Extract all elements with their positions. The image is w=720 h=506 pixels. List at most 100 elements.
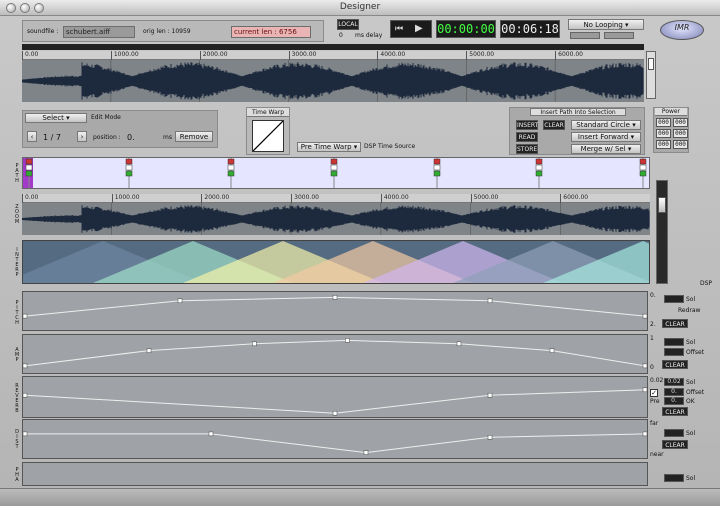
insert-direction-select[interactable]: Insert Forward ▾ xyxy=(571,132,641,142)
pha-envelope[interactable] xyxy=(22,462,648,486)
file-info-panel: soundfile : schubert.aiff orig len : 109… xyxy=(22,20,324,42)
dist-sol-field[interactable] xyxy=(664,429,684,437)
position-label: position : xyxy=(93,134,121,141)
loop-start-field[interactable] xyxy=(570,32,600,39)
reverb-sol-label: Sol xyxy=(686,379,696,386)
delay-value[interactable]: 0 xyxy=(339,32,343,39)
ruler-tick-label: 1000.00 xyxy=(111,194,140,203)
amp-sol-field[interactable] xyxy=(664,338,684,346)
designer-window: Designer soundfile : schubert.aiff orig … xyxy=(0,0,720,506)
soundfile-field[interactable]: schubert.aiff xyxy=(63,26,135,38)
power-value: 000 xyxy=(656,129,671,138)
reverb-ok-label[interactable]: OK xyxy=(686,398,695,405)
insert-button[interactable]: INSERT xyxy=(516,120,538,130)
ruler-tick-label: 2000.00 xyxy=(199,51,228,60)
insert-path-title: Insert Path Into Selection xyxy=(530,108,626,116)
path-track-label: PATH xyxy=(14,163,20,183)
dist-clear-button[interactable]: CLEAR xyxy=(662,440,688,449)
envelope-point xyxy=(252,341,257,347)
interp-crossfades xyxy=(23,241,649,283)
amp-controls: 1 Sol Offset 0 CLEAR xyxy=(648,334,708,374)
prev-point-button[interactable]: ‹ xyxy=(27,131,37,142)
loop-end-field[interactable] xyxy=(604,32,634,39)
rewind-icon[interactable]: ⏮ xyxy=(395,24,403,34)
amp-clear-button[interactable]: CLEAR xyxy=(662,360,688,369)
clear-path-button[interactable]: CLEAR xyxy=(543,120,565,130)
zoom-waveform[interactable] xyxy=(21,203,650,235)
chevron-left-icon: ‹ xyxy=(30,133,34,141)
pitch-redraw-label[interactable]: Redraw xyxy=(678,307,700,314)
path-marker-green xyxy=(330,170,338,177)
ruler-tick-label: 4000.00 xyxy=(380,194,409,203)
power-value: 000 xyxy=(673,118,688,127)
envelope-point xyxy=(487,435,493,440)
dsp-time-source-label: DSP Time Source xyxy=(364,143,416,150)
time-warp-curve xyxy=(252,120,284,152)
waveform-trace xyxy=(21,62,644,100)
merge-select[interactable]: Merge w/ Sel ▾ xyxy=(571,144,641,154)
amp-offset-label: Offset xyxy=(686,349,705,356)
path-marker-red xyxy=(535,158,543,165)
fader-thumb[interactable] xyxy=(658,197,666,213)
play-icon[interactable]: ▶ xyxy=(415,23,423,34)
reverb-envelope[interactable] xyxy=(22,376,648,418)
amp-sol-label: Sol xyxy=(686,339,696,346)
store-button[interactable]: STORE xyxy=(516,144,538,154)
remove-button[interactable]: Remove xyxy=(175,131,213,142)
reverb-checkbox[interactable]: ✓ xyxy=(650,389,658,397)
pitch-envelope[interactable] xyxy=(22,291,648,331)
dist-controls: far Sol CLEAR near xyxy=(648,419,708,459)
envelope-point xyxy=(642,313,648,319)
path-track[interactable] xyxy=(22,157,650,189)
envelope-point xyxy=(146,348,152,353)
pha-sol-label: Sol xyxy=(686,475,696,482)
interp-track[interactable] xyxy=(22,240,650,284)
amp-envelope[interactable] xyxy=(22,334,648,374)
pha-track-label: PHA xyxy=(14,466,20,482)
pitch-sol-field[interactable] xyxy=(664,295,684,303)
amp-max: 1 xyxy=(650,335,654,342)
reverb-offset-field[interactable]: 0. xyxy=(664,388,684,396)
position-value[interactable]: 0. xyxy=(127,133,135,142)
local-button[interactable]: LOCAL xyxy=(337,19,359,30)
overview-waveform[interactable] xyxy=(21,60,644,102)
master-fader[interactable] xyxy=(656,180,668,284)
chevron-right-icon: › xyxy=(80,133,84,141)
transport-time-display: 00:00:00 xyxy=(436,20,496,38)
reverb-pre-field[interactable]: 0. xyxy=(664,397,684,405)
reverb-track-label: REVERB xyxy=(14,383,20,413)
reverb-clear-button[interactable]: CLEAR xyxy=(662,407,688,416)
read-button[interactable]: READ xyxy=(516,132,538,142)
path-marker-green xyxy=(535,170,543,177)
chevron-down-icon: ▾ xyxy=(625,145,632,153)
path-marker-green xyxy=(227,170,235,177)
ruler-tick-label: 5000.00 xyxy=(466,51,494,60)
looping-dropdown[interactable]: No Looping ▾ xyxy=(568,19,644,30)
path-marker-white xyxy=(433,164,441,171)
pre-time-warp-value: Pre Time Warp xyxy=(300,143,352,151)
pitch-clear-button[interactable]: CLEAR xyxy=(662,319,688,328)
envelope-point xyxy=(177,298,183,304)
dist-near: near xyxy=(650,451,664,458)
zoom-waveform-svg xyxy=(21,203,650,235)
pha-sol-field[interactable] xyxy=(664,474,684,482)
amp-offset-field[interactable] xyxy=(664,348,684,356)
edit-mode-select[interactable]: Select ▾ xyxy=(25,113,87,123)
scroll-thumb[interactable] xyxy=(648,58,654,70)
next-point-button[interactable]: › xyxy=(77,131,87,142)
reverb-max: 0.02 xyxy=(650,377,664,384)
dist-envelope[interactable] xyxy=(22,419,648,459)
path-marker-green xyxy=(25,170,33,177)
zoom-ruler: 0.00 1000.00 2000.00 3000.00 4000.00 5000.00 6… xyxy=(22,194,650,203)
overview-scrollbar[interactable] xyxy=(646,51,656,99)
time-warp-graph[interactable] xyxy=(252,120,284,152)
envelope-point xyxy=(642,431,648,437)
path-marker-white xyxy=(125,164,133,171)
envelope-point xyxy=(332,295,338,300)
power-value: 000 xyxy=(673,140,688,149)
reverb-sol-field[interactable]: 0.02 xyxy=(664,378,684,386)
path-shape-select[interactable]: Standard Circle ▾ xyxy=(571,120,641,130)
envelope-point xyxy=(208,431,214,437)
pre-time-warp-select[interactable]: Pre Time Warp ▾ xyxy=(297,142,361,152)
overview-selection-bar[interactable] xyxy=(22,44,644,50)
